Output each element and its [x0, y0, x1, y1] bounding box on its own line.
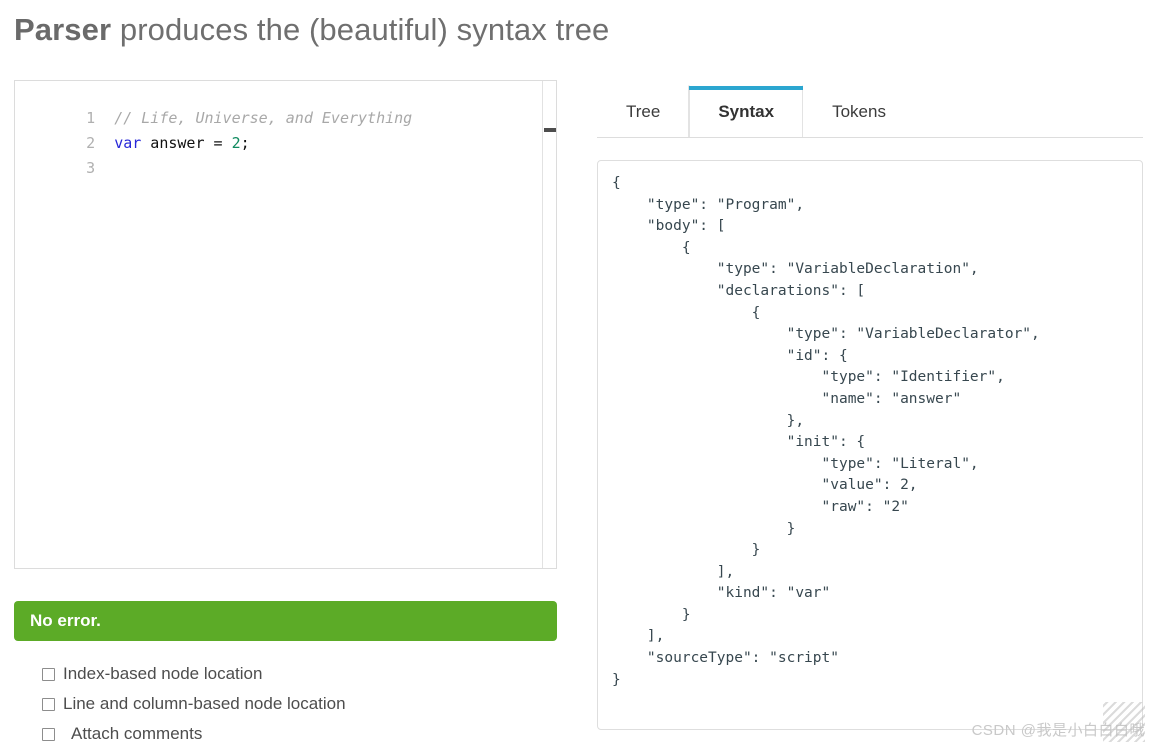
checkbox-index-based-node-location[interactable] — [42, 667, 55, 681]
syntax-output-panel[interactable]: { "type": "Program", "body": [ { "type":… — [597, 160, 1143, 730]
option-label: Attach comments — [71, 724, 203, 743]
tab-label: Tokens — [832, 102, 886, 121]
option-label: Line and column-based node location — [63, 694, 346, 713]
editor-scrollbar-track[interactable] — [543, 81, 556, 568]
tab-label: Syntax — [718, 102, 775, 121]
checkbox-attach-comments[interactable] — [42, 727, 55, 741]
tab-syntax[interactable]: Syntax — [689, 85, 804, 137]
checkbox-line-and-column-based-node-location[interactable] — [42, 697, 55, 711]
option-label: Index-based node location — [63, 664, 263, 683]
editor-scrollbar-thumb[interactable] — [544, 128, 556, 132]
line-number: 3 — [86, 159, 96, 177]
output-tabs: Tree Syntax Tokens — [597, 82, 1143, 138]
code-line-active[interactable]: 3 — [15, 131, 556, 177]
left-column: 1// Life, Universe, and Everything 2 var … — [14, 80, 559, 749]
code-line[interactable]: 1// Life, Universe, and Everything — [15, 81, 556, 127]
page-title-strong: Parser — [14, 12, 112, 47]
status-banner: No error. — [14, 601, 557, 641]
syntax-json-output: { "type": "Program", "body": [ { "type":… — [612, 175, 1040, 688]
status-banner-label: No error. — [30, 611, 101, 630]
tab-tokens[interactable]: Tokens — [803, 85, 915, 137]
parser-options-list: Index-based node location Line and colum… — [14, 659, 559, 749]
tab-label: Tree — [626, 102, 661, 121]
option-row-line-and-column-based-node-location[interactable]: Line and column-based node location — [14, 689, 559, 719]
tab-tree[interactable]: Tree — [597, 85, 690, 137]
option-row-attach-comments[interactable]: Attach comments — [14, 719, 559, 749]
page-title: Parser produces the (beautiful) syntax t… — [14, 12, 609, 48]
code-editor[interactable]: 1// Life, Universe, and Everything 2 var … — [14, 80, 557, 569]
page-title-rest: produces the (beautiful) syntax tree — [111, 12, 610, 47]
code-line[interactable]: 2 var answer = 2; — [15, 106, 556, 152]
watermark-text: CSDN @我是小白白白哦 — [971, 722, 1145, 739]
option-row-index-based-node-location[interactable]: Index-based node location — [14, 659, 559, 689]
right-column: Tree Syntax Tokens { "type": "Program", … — [597, 82, 1143, 730]
